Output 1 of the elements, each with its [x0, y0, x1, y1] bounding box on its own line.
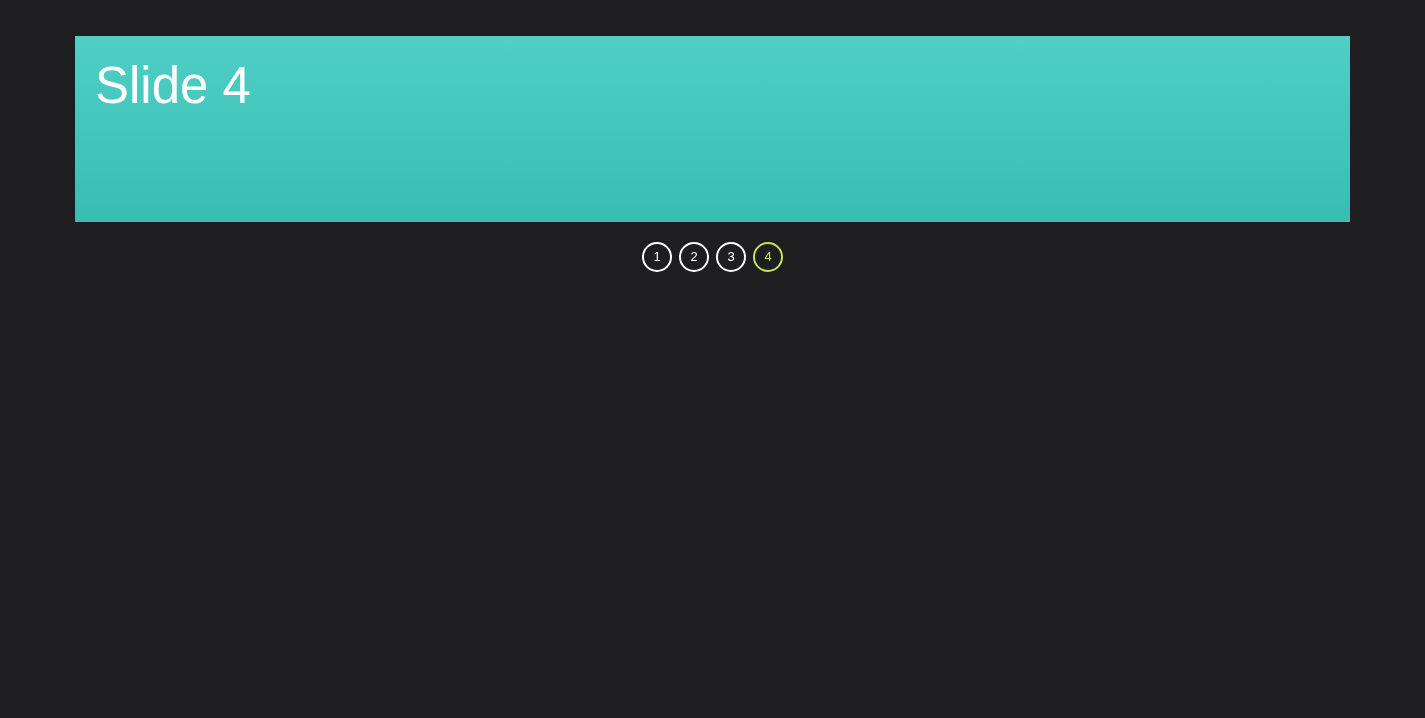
slide-title: Slide 4 — [95, 56, 251, 116]
